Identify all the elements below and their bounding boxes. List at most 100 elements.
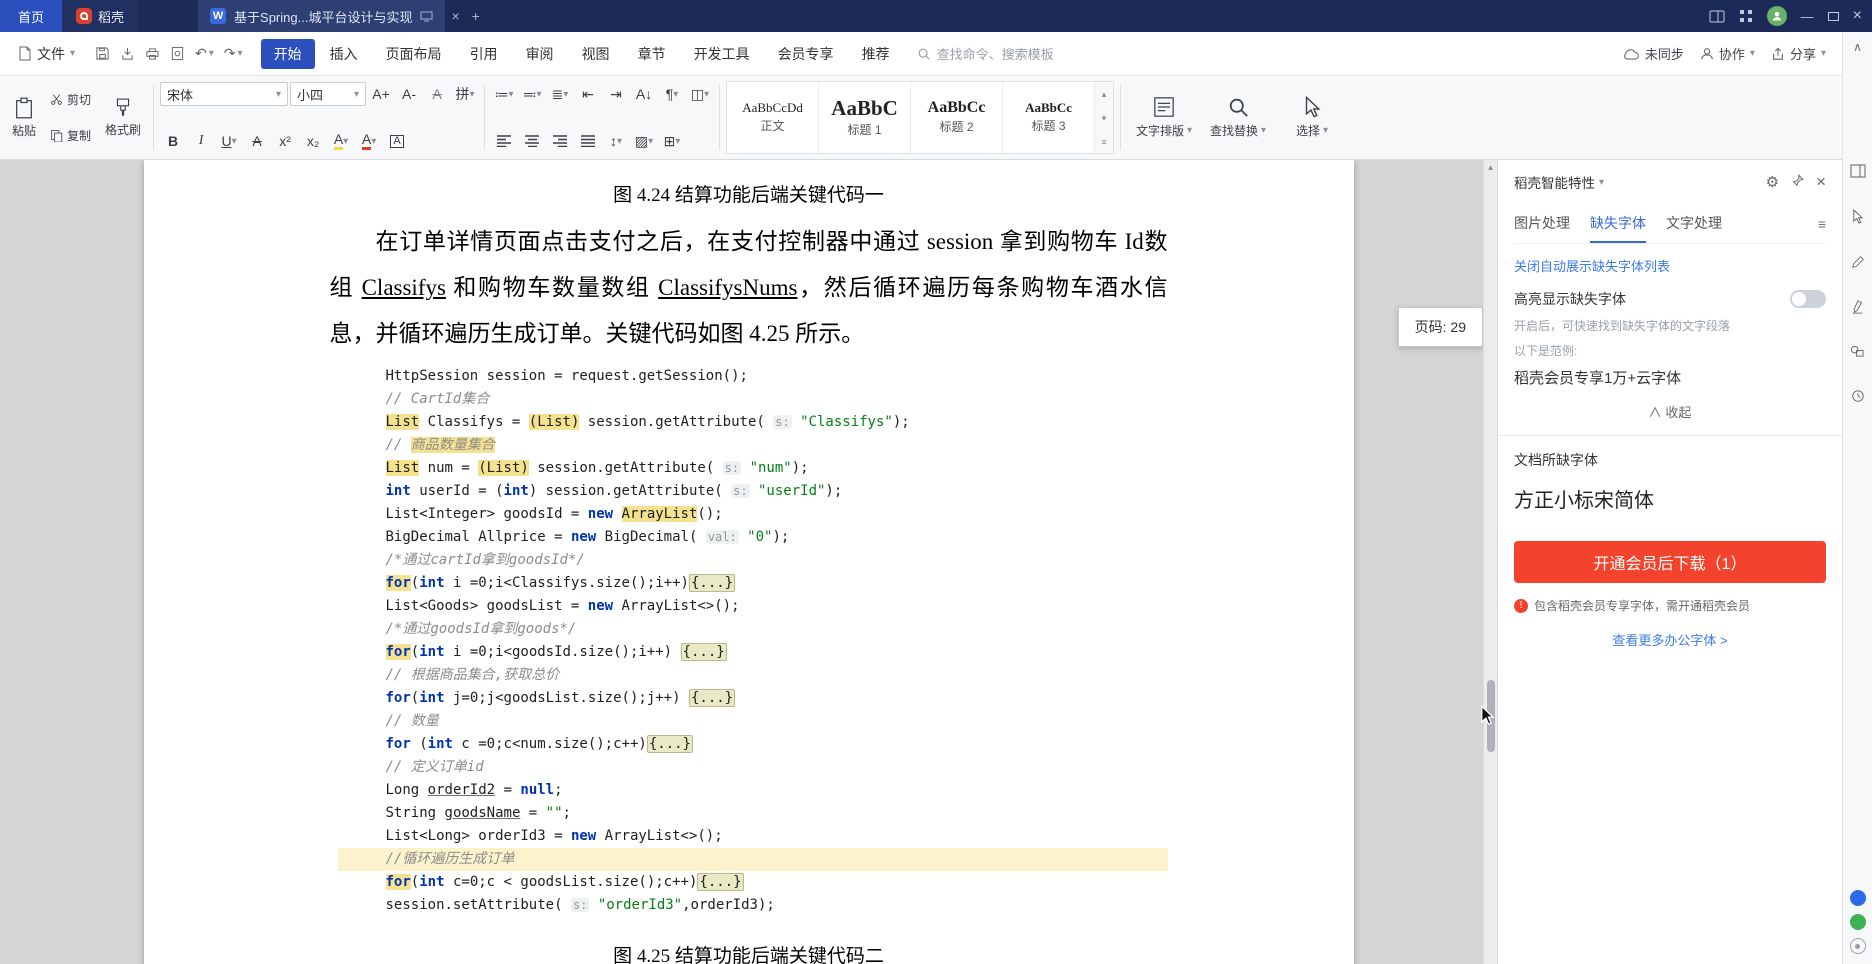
print-button[interactable] [145,46,160,61]
ribbon-tab-插入[interactable]: 插入 [317,39,371,69]
ribbon-tab-推荐[interactable]: 推荐 [849,39,903,69]
subscript-button[interactable]: x₂ [300,128,326,154]
undo-button[interactable]: ↶▾ [195,45,214,62]
floating-app-green-icon[interactable] [1850,914,1866,930]
underline-button[interactable]: U▾ [216,128,242,154]
style-gallery-down-icon[interactable]: ▾ [1102,113,1107,124]
more-office-fonts-link[interactable]: 查看更多办公字体 > [1514,630,1826,649]
shading-button[interactable]: ▨▾ [631,128,657,154]
font-color-button[interactable]: A▾ [356,128,382,154]
style-item-标题 3[interactable]: AaBbCc标题 3 [1003,82,1095,153]
home-tab[interactable]: 首页 [0,0,62,32]
line-spacing-button[interactable]: ↕▾ [603,128,629,154]
panel-tab-图片处理[interactable]: 图片处理 [1514,204,1570,243]
collapse-button[interactable]: ∧ 收起 [1514,402,1826,421]
ribbon-tab-页面布局[interactable]: 页面布局 [373,39,455,69]
multilevel-list-button[interactable]: ≣▾ [547,81,573,107]
clear-formatting-button[interactable]: A [424,81,450,107]
increase-font-size-button[interactable]: A+ [368,81,394,107]
bold-button[interactable]: B [160,128,186,154]
select-tool-button[interactable]: 选择▾ [1275,81,1349,154]
columns-button[interactable]: ◫▾ [687,81,713,107]
font-name-select[interactable]: 宋体 ▾ [160,82,288,106]
decrease-font-size-button[interactable]: A- [396,81,422,107]
bullet-list-button[interactable]: ≔▾ [491,81,517,107]
floating-app-blue-icon[interactable] [1850,890,1866,906]
strip-edit-pen-icon[interactable] [1851,255,1865,274]
format-painter-button[interactable]: 格式刷 [99,81,147,154]
sidebar-panels-icon[interactable] [1850,164,1866,183]
user-avatar[interactable] [1767,6,1787,26]
strip-signature-pen-icon[interactable] [1851,300,1865,319]
export-pdf-button[interactable] [120,46,135,61]
ribbon-tab-审阅[interactable]: 审阅 [513,39,567,69]
missing-font-item[interactable]: 方正小标宋简体 [1514,470,1826,519]
numbered-list-button[interactable]: ≕▾ [519,81,545,107]
command-search[interactable]: 查找命令、搜索模板 [917,44,1054,63]
close-window-button[interactable]: × [1853,7,1862,25]
align-right-button[interactable] [547,128,573,154]
docer-tab[interactable]: 稻壳 [62,0,138,32]
style-item-标题 2[interactable]: AaBbCc标题 2 [911,82,1003,153]
panel-tabs-more-icon[interactable]: ≡ [1818,216,1826,232]
align-left-button[interactable] [491,128,517,154]
panel-title-caret-icon[interactable]: ▾ [1599,177,1604,188]
superscript-button[interactable]: x² [272,128,298,154]
find-replace-button[interactable]: 查找替换▾ [1201,81,1275,154]
collaborate-button[interactable]: 协作 ▾ [1700,44,1755,63]
ribbon-tab-引用[interactable]: 引用 [457,39,511,69]
file-menu-button[interactable]: 文件 ▾ [8,44,85,64]
document-scrollbar[interactable]: ▴ [1483,160,1497,964]
justify-button[interactable] [575,128,601,154]
cut-button[interactable]: 剪切 [46,89,95,110]
panel-settings-gear-icon[interactable]: ⚙ [1766,173,1779,191]
panel-pin-icon[interactable] [1791,174,1804,191]
character-border-button[interactable]: A [384,128,410,154]
ribbon-tab-开始[interactable]: 开始 [261,39,315,69]
ribbon-tab-视图[interactable]: 视图 [569,39,623,69]
strip-history-clock-icon[interactable] [1851,389,1865,408]
panel-close-icon[interactable]: × [1816,172,1826,192]
phonetic-guide-button[interactable]: 拼▾ [452,81,478,107]
style-item-正文[interactable]: AaBbCcDd正文 [727,82,819,153]
panel-tab-文字处理[interactable]: 文字处理 [1666,204,1722,243]
ribbon-tab-开发工具[interactable]: 开发工具 [681,39,763,69]
doc-tab-close-icon[interactable]: × [445,8,465,24]
help-service-icon[interactable] [1850,938,1866,954]
document-tab[interactable]: W 基于Spring...城平台设计与实现 [198,0,445,32]
strip-shapes-icon[interactable] [1850,345,1865,363]
sync-status-button[interactable]: 未同步 [1623,44,1684,63]
panel-tab-缺失字体[interactable]: 缺失字体 [1590,204,1646,243]
ribbon-tab-会员专享[interactable]: 会员专享 [765,39,847,69]
minimize-button[interactable]: — [1801,9,1814,24]
maximize-button[interactable] [1828,12,1839,21]
font-size-select[interactable]: 小四 ▾ [290,82,366,106]
copy-button[interactable]: 复制 [46,125,95,146]
strikethrough-button[interactable]: A [244,128,270,154]
paste-button[interactable]: 粘贴 [6,81,42,154]
scroll-up-icon[interactable]: ▴ [1484,162,1497,173]
redo-button[interactable]: ↷▾ [224,45,243,62]
align-center-button[interactable] [519,128,545,154]
style-item-标题 1[interactable]: AaBbC标题 1 [819,82,911,153]
increase-indent-button[interactable]: ⇥ [603,81,629,107]
new-tab-button[interactable]: + [466,8,486,24]
italic-button[interactable]: I [188,128,214,154]
document-page[interactable]: 图 4.24 结算功能后端关键代码一 在订单详情页面点击支付之后，在支付控制器中… [144,160,1354,964]
sort-button[interactable]: A↓ [631,81,657,107]
strip-select-cursor-icon[interactable] [1851,209,1864,229]
apps-grid-icon[interactable] [1739,9,1753,23]
text-highlight-color-button[interactable]: A▾ [328,128,354,154]
share-button[interactable]: 分享 ▾ [1771,44,1826,63]
download-after-membership-button[interactable]: 开通会员后下载（1） [1514,541,1826,583]
ribbon-tab-章节[interactable]: 章节 [625,39,679,69]
close-autoshow-link[interactable]: 关闭自动展示缺失字体列表 [1514,256,1826,275]
print-preview-button[interactable] [170,46,185,61]
collapse-ribbon-chevron-icon[interactable]: ∧ [1853,40,1862,54]
window-layout-icon[interactable] [1709,10,1725,23]
style-gallery-up-icon[interactable]: ▴ [1102,89,1107,100]
borders-button[interactable]: ⊞▾ [659,128,685,154]
save-button[interactable] [95,46,110,61]
decrease-indent-button[interactable]: ⇤ [575,81,601,107]
style-gallery-more-icon[interactable]: ≡ [1101,137,1106,147]
